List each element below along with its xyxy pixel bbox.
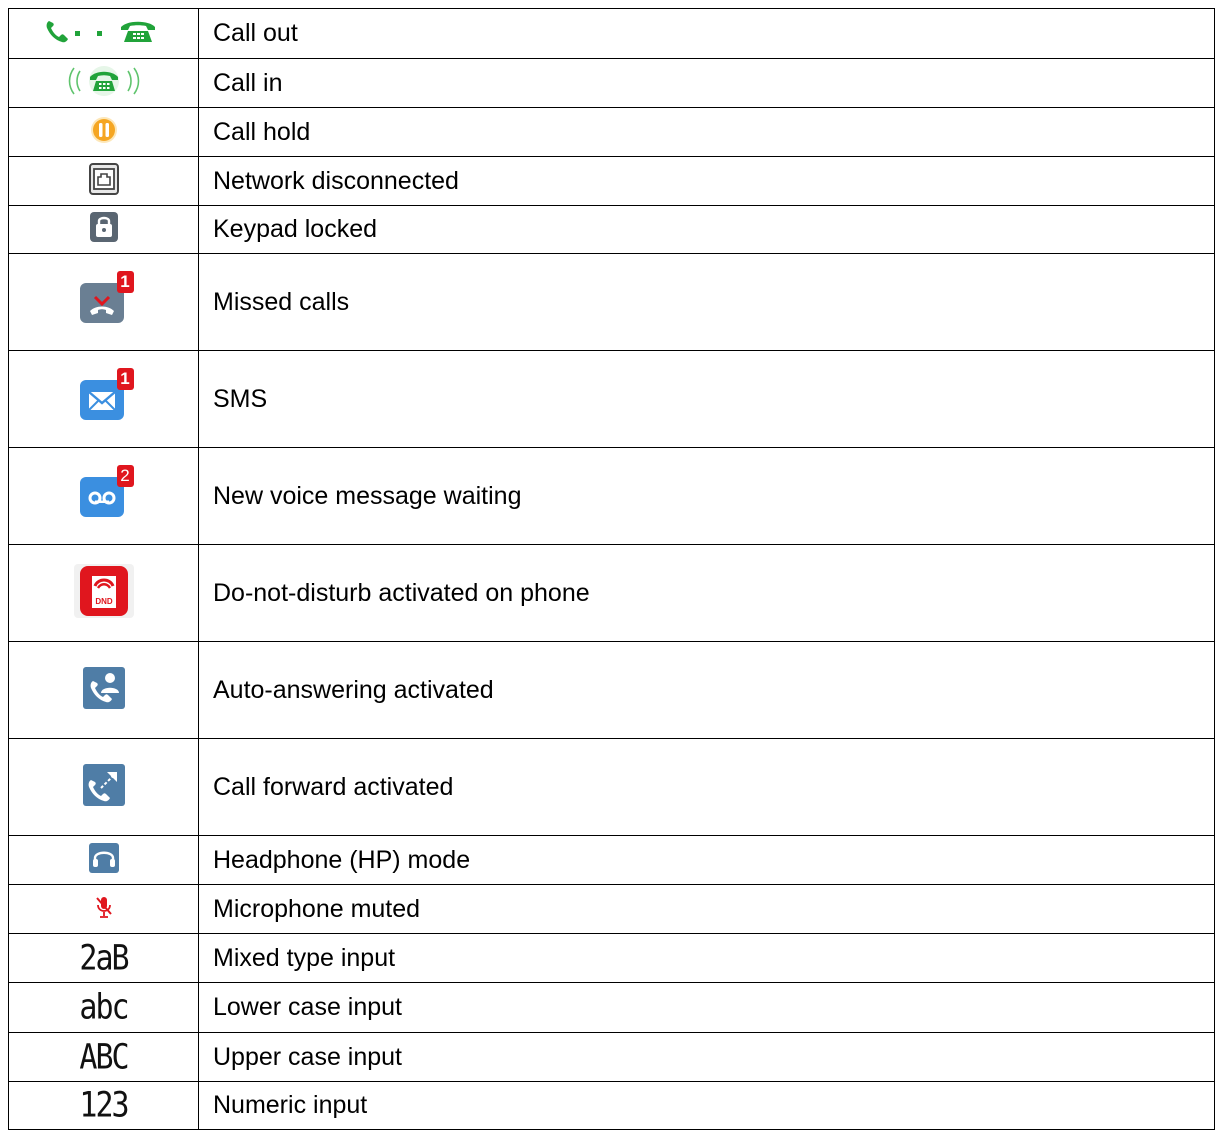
voice-message-badge: 2 xyxy=(116,464,134,487)
icon-cell: ABC xyxy=(9,1033,199,1081)
icon-cell xyxy=(9,157,199,205)
missed-calls-icon: 1 xyxy=(79,270,134,328)
icon-cell: 1 xyxy=(9,351,199,447)
icon-cell xyxy=(9,59,199,107)
icon-cell: 2aB xyxy=(9,934,199,982)
table-row: Auto-answering activated xyxy=(9,642,1215,739)
table-row: Call in xyxy=(9,59,1215,108)
call-out-icon xyxy=(45,18,163,49)
icon-cell: 1 xyxy=(9,254,199,350)
row-label: Do-not-disturb activated on phone xyxy=(199,545,1215,641)
mixed-input-icon: 2aB xyxy=(79,937,129,979)
table-row: 2 New voice message waiting xyxy=(9,448,1215,545)
row-label: Headphone (HP) mode xyxy=(199,836,1215,884)
numeric-input-icon: 123 xyxy=(79,1085,129,1126)
lower-case-input-icon: abc xyxy=(79,987,129,1028)
table-row: 123 Numeric input xyxy=(9,1082,1215,1130)
row-label: New voice message waiting xyxy=(199,448,1215,544)
keypad-locked-icon xyxy=(89,212,118,247)
row-label: Missed calls xyxy=(199,254,1215,350)
sms-icon: 1 xyxy=(79,367,134,425)
row-label: Call out xyxy=(199,9,1215,58)
network-disconnected-icon xyxy=(88,162,119,200)
voice-message-icon: 2 xyxy=(79,464,134,522)
table-row: Call hold xyxy=(9,108,1215,157)
icon-cell: DND xyxy=(9,545,199,641)
table-row: Network disconnected xyxy=(9,157,1215,206)
table-row: Headphone (HP) mode xyxy=(9,836,1215,885)
row-label: Network disconnected xyxy=(199,157,1215,205)
table-row: Microphone muted xyxy=(9,885,1215,934)
table-row: Call forward activated xyxy=(9,739,1215,836)
row-label: Keypad locked xyxy=(199,206,1215,253)
icon-cell xyxy=(9,885,199,933)
upper-case-input-icon: ABC xyxy=(79,1036,129,1078)
table-row: abc Lower case input xyxy=(9,983,1215,1033)
table-row: Keypad locked xyxy=(9,206,1215,254)
row-label: Auto-answering activated xyxy=(199,642,1215,738)
row-label: Mixed type input xyxy=(199,934,1215,982)
dnd-icon: DND xyxy=(73,563,134,623)
table-row: ABC Upper case input xyxy=(9,1033,1215,1082)
icon-cell: 123 xyxy=(9,1082,199,1129)
row-label: Lower case input xyxy=(199,983,1215,1032)
row-label: SMS xyxy=(199,351,1215,447)
icon-cell xyxy=(9,739,199,835)
status-icons-table: Call out Call in Call hold Network disco… xyxy=(8,8,1215,1130)
call-forward-icon xyxy=(82,763,125,811)
row-label: Call forward activated xyxy=(199,739,1215,835)
table-row: 2aB Mixed type input xyxy=(9,934,1215,983)
table-row: 1 SMS xyxy=(9,351,1215,448)
missed-calls-badge: 1 xyxy=(116,270,134,293)
sms-badge: 1 xyxy=(116,367,134,390)
icon-cell xyxy=(9,836,199,884)
table-row: DND Do-not-disturb activated on phone xyxy=(9,545,1215,642)
icon-cell: abc xyxy=(9,983,199,1032)
icon-cell: 2 xyxy=(9,448,199,544)
call-in-icon xyxy=(66,64,142,103)
icon-cell xyxy=(9,206,199,253)
dnd-icon-text: DND xyxy=(95,597,113,606)
call-hold-icon xyxy=(90,116,118,149)
auto-answer-icon xyxy=(82,666,125,714)
row-label: Numeric input xyxy=(199,1082,1215,1129)
row-label: Call in xyxy=(199,59,1215,107)
row-label: Microphone muted xyxy=(199,885,1215,933)
table-row: Call out xyxy=(9,9,1215,59)
headphone-icon xyxy=(88,842,119,878)
icon-cell xyxy=(9,642,199,738)
microphone-muted-icon xyxy=(95,895,113,924)
row-label: Call hold xyxy=(199,108,1215,156)
table-row: 1 Missed calls xyxy=(9,254,1215,351)
row-label: Upper case input xyxy=(199,1033,1215,1081)
icon-cell xyxy=(9,108,199,156)
icon-cell xyxy=(9,9,199,58)
